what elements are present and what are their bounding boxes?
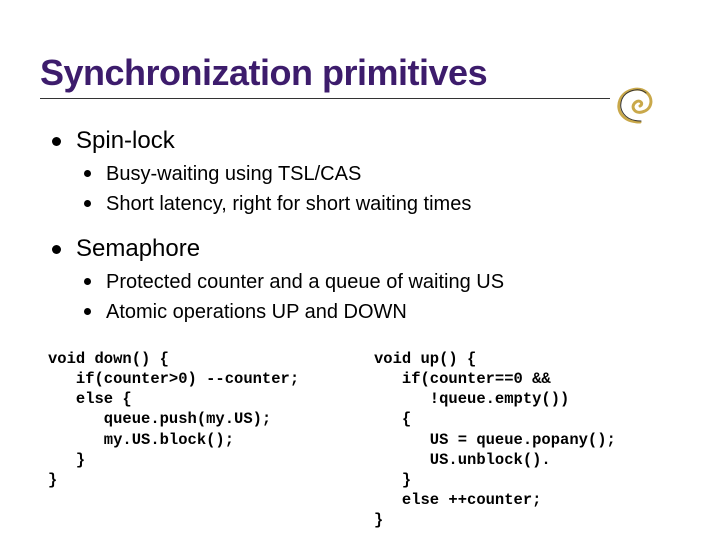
- section-spinlock: Spin-lock Busy-waiting using TSL/CAS Sho…: [48, 127, 680, 217]
- list-item: Short latency, right for short waiting t…: [76, 191, 680, 217]
- section-heading: Spin-lock Busy-waiting using TSL/CAS Sho…: [48, 127, 680, 217]
- slide: Synchronization primitives Spin-lock Bus…: [0, 0, 720, 540]
- slide-content: Spin-lock Busy-waiting using TSL/CAS Sho…: [40, 127, 680, 530]
- title-region: Synchronization primitives: [40, 52, 680, 99]
- swirl-icon: [612, 82, 668, 126]
- slide-title: Synchronization primitives: [40, 52, 610, 99]
- heading-text: Semaphore: [76, 235, 200, 262]
- code-row: void down() { if(counter>0) --counter; e…: [48, 349, 680, 530]
- list-item: Atomic operations UP and DOWN: [76, 299, 680, 325]
- section-semaphore: Semaphore Protected counter and a queue …: [48, 235, 680, 325]
- list-item: Protected counter and a queue of waiting…: [76, 269, 680, 295]
- spinlock-items: Busy-waiting using TSL/CAS Short latency…: [76, 161, 680, 217]
- code-up: void up() { if(counter==0 && !queue.empt…: [374, 349, 680, 530]
- code-down: void down() { if(counter>0) --counter; e…: [48, 349, 354, 530]
- semaphore-items: Protected counter and a queue of waiting…: [76, 269, 680, 325]
- list-item: Busy-waiting using TSL/CAS: [76, 161, 680, 187]
- heading-text: Spin-lock: [76, 127, 175, 154]
- section-heading: Semaphore Protected counter and a queue …: [48, 235, 680, 325]
